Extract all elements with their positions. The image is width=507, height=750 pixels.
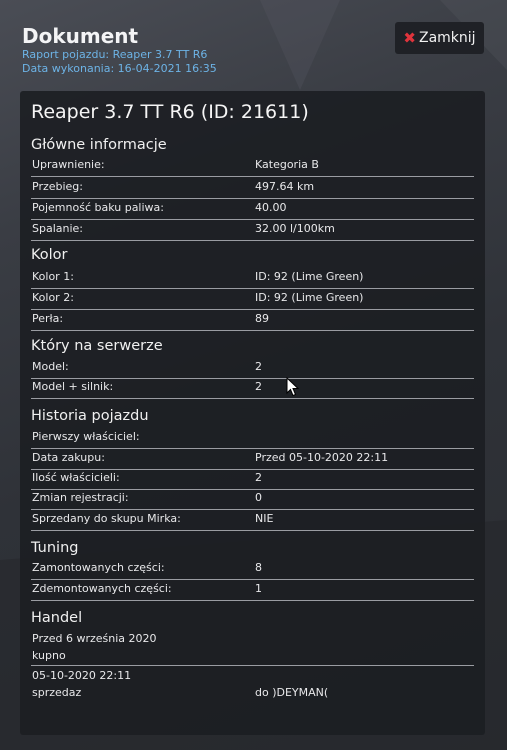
trade-entry: 05-10-2020 22:11 sprzedaz do )DEYMAN( [31,668,474,702]
row-value: Kategoria B [255,158,319,171]
row-key: Spalanie: [32,222,84,235]
row-key: Model: [32,360,69,373]
trade-type: sprzedaz [32,686,82,699]
generated-date: Data wykonania: 16-04-2021 16:35 [22,62,217,75]
row-value: NIE [255,512,274,525]
document-header: Dokument Raport pojazdu: Reaper 3.7 TT R… [22,24,217,76]
row-key: Ilość właścicieli: [32,471,120,484]
section-title-server: Który na serwerze [31,338,163,354]
section-title-tuning: Tuning [31,540,79,556]
row-value: 497.64 km [255,180,315,193]
row-key: Kolor 1: [32,270,74,283]
row-key: Uprawnienie: [32,158,105,171]
page-title: Dokument [22,24,139,48]
section-title-trade: Handel [31,610,83,626]
section-title-history: Historia pojazdu [31,408,149,424]
table-row: Zamontowanych części: 8 [31,558,474,580]
table-row: Ilość właścicieli: 2 [31,468,474,490]
row-key: Pierwszy właściciel: [32,430,140,443]
table-row: Przebieg: 497.64 km [31,177,474,199]
trade-date: Przed 6 września 2020 [32,632,157,645]
table-row: Data zakupu: Przed 05-10-2020 22:11 [31,448,474,470]
table-row: Kolor 2: ID: 92 (Lime Green) [31,288,474,310]
row-value: 2 [255,360,262,373]
table-row: Zdemontowanych części: 1 [31,579,474,601]
row-key: Sprzedany do skupu Mirka: [32,512,181,525]
row-key: Zamontowanych części: [32,561,165,574]
vehicle-report-panel: Reaper 3.7 TT R6 (ID: 21611) Główne info… [20,91,485,735]
row-value: 32.00 l/100km [255,222,335,235]
row-value: 8 [255,561,262,574]
table-row: Zmian rejestracji: 0 [31,488,474,510]
vehicle-title: Reaper 3.7 TT R6 (ID: 21611) [31,101,309,123]
table-row: Pojemność baku paliwa: 40.00 [31,198,474,220]
table-row: Model: 2 [31,357,474,379]
row-key: Zmian rejestracji: [32,491,129,504]
x-icon: ✖ [403,29,416,47]
row-value: ID: 92 (Lime Green) [255,291,364,304]
table-row: Sprzedany do skupu Mirka: NIE [31,509,474,531]
trade-party: do )DEYMAN( [255,686,329,699]
mouse-cursor-icon [286,377,300,397]
table-row: Spalanie: 32.00 l/100km [31,219,474,241]
trade-entry: Przed 6 września 2020 kupno [31,631,474,666]
table-row: Model + silnik: 2 [31,377,474,399]
row-key: Data zakupu: [32,451,105,464]
row-key: Kolor 2: [32,291,74,304]
row-value: 89 [255,312,269,325]
row-value: ID: 92 (Lime Green) [255,270,364,283]
table-row: Kolor 1: ID: 92 (Lime Green) [31,267,474,289]
row-value: Przed 05-10-2020 22:11 [255,451,389,464]
trade-type: kupno [32,649,66,662]
section-title-main-info: Główne informacje [31,137,167,153]
table-row: Uprawnienie: Kategoria B [31,155,474,177]
report-subtitle: Raport pojazdu: Reaper 3.7 TT R6 [22,48,208,61]
close-button[interactable]: ✖ Zamknij [395,22,484,54]
row-key: Perła: [32,312,64,325]
table-row: Pierwszy właściciel: [31,427,474,449]
row-key: Model + silnik: [32,380,114,393]
row-key: Przebieg: [32,180,83,193]
row-value: 2 [255,471,262,484]
row-value: 40.00 [255,201,287,214]
row-value: 2 [255,380,262,393]
row-value: 0 [255,491,262,504]
row-value: 1 [255,582,262,595]
row-key: Zdemontowanych części: [32,582,172,595]
section-title-color: Kolor [31,247,68,263]
close-button-label: Zamknij [419,30,476,46]
trade-date: 05-10-2020 22:11 [32,669,132,682]
row-key: Pojemność baku paliwa: [32,201,164,214]
table-row: Perła: 89 [31,309,474,331]
